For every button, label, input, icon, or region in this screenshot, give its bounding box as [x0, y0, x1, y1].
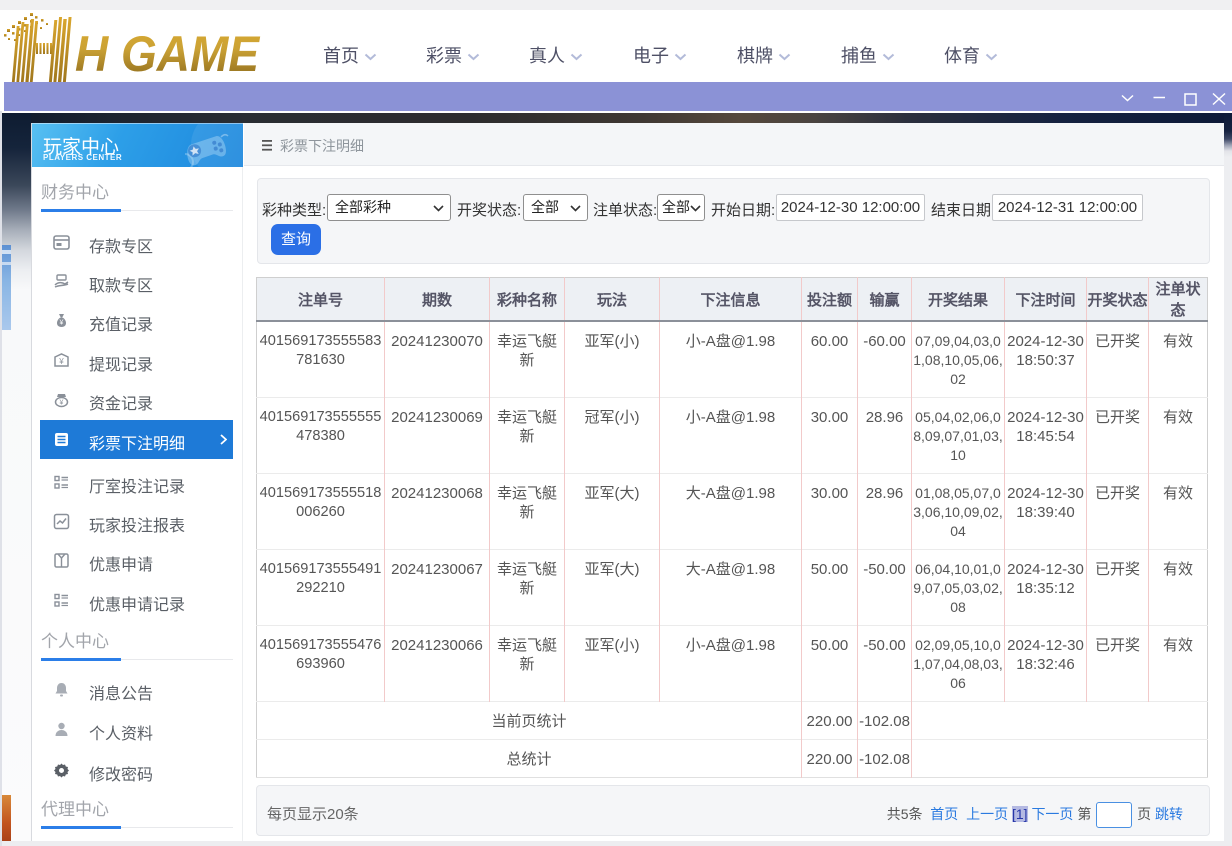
svg-text:¥: ¥	[60, 400, 64, 407]
svg-text:¥: ¥	[60, 320, 64, 327]
svg-text:¥: ¥	[58, 357, 64, 366]
svg-text:H GAME: H GAME	[75, 26, 261, 82]
